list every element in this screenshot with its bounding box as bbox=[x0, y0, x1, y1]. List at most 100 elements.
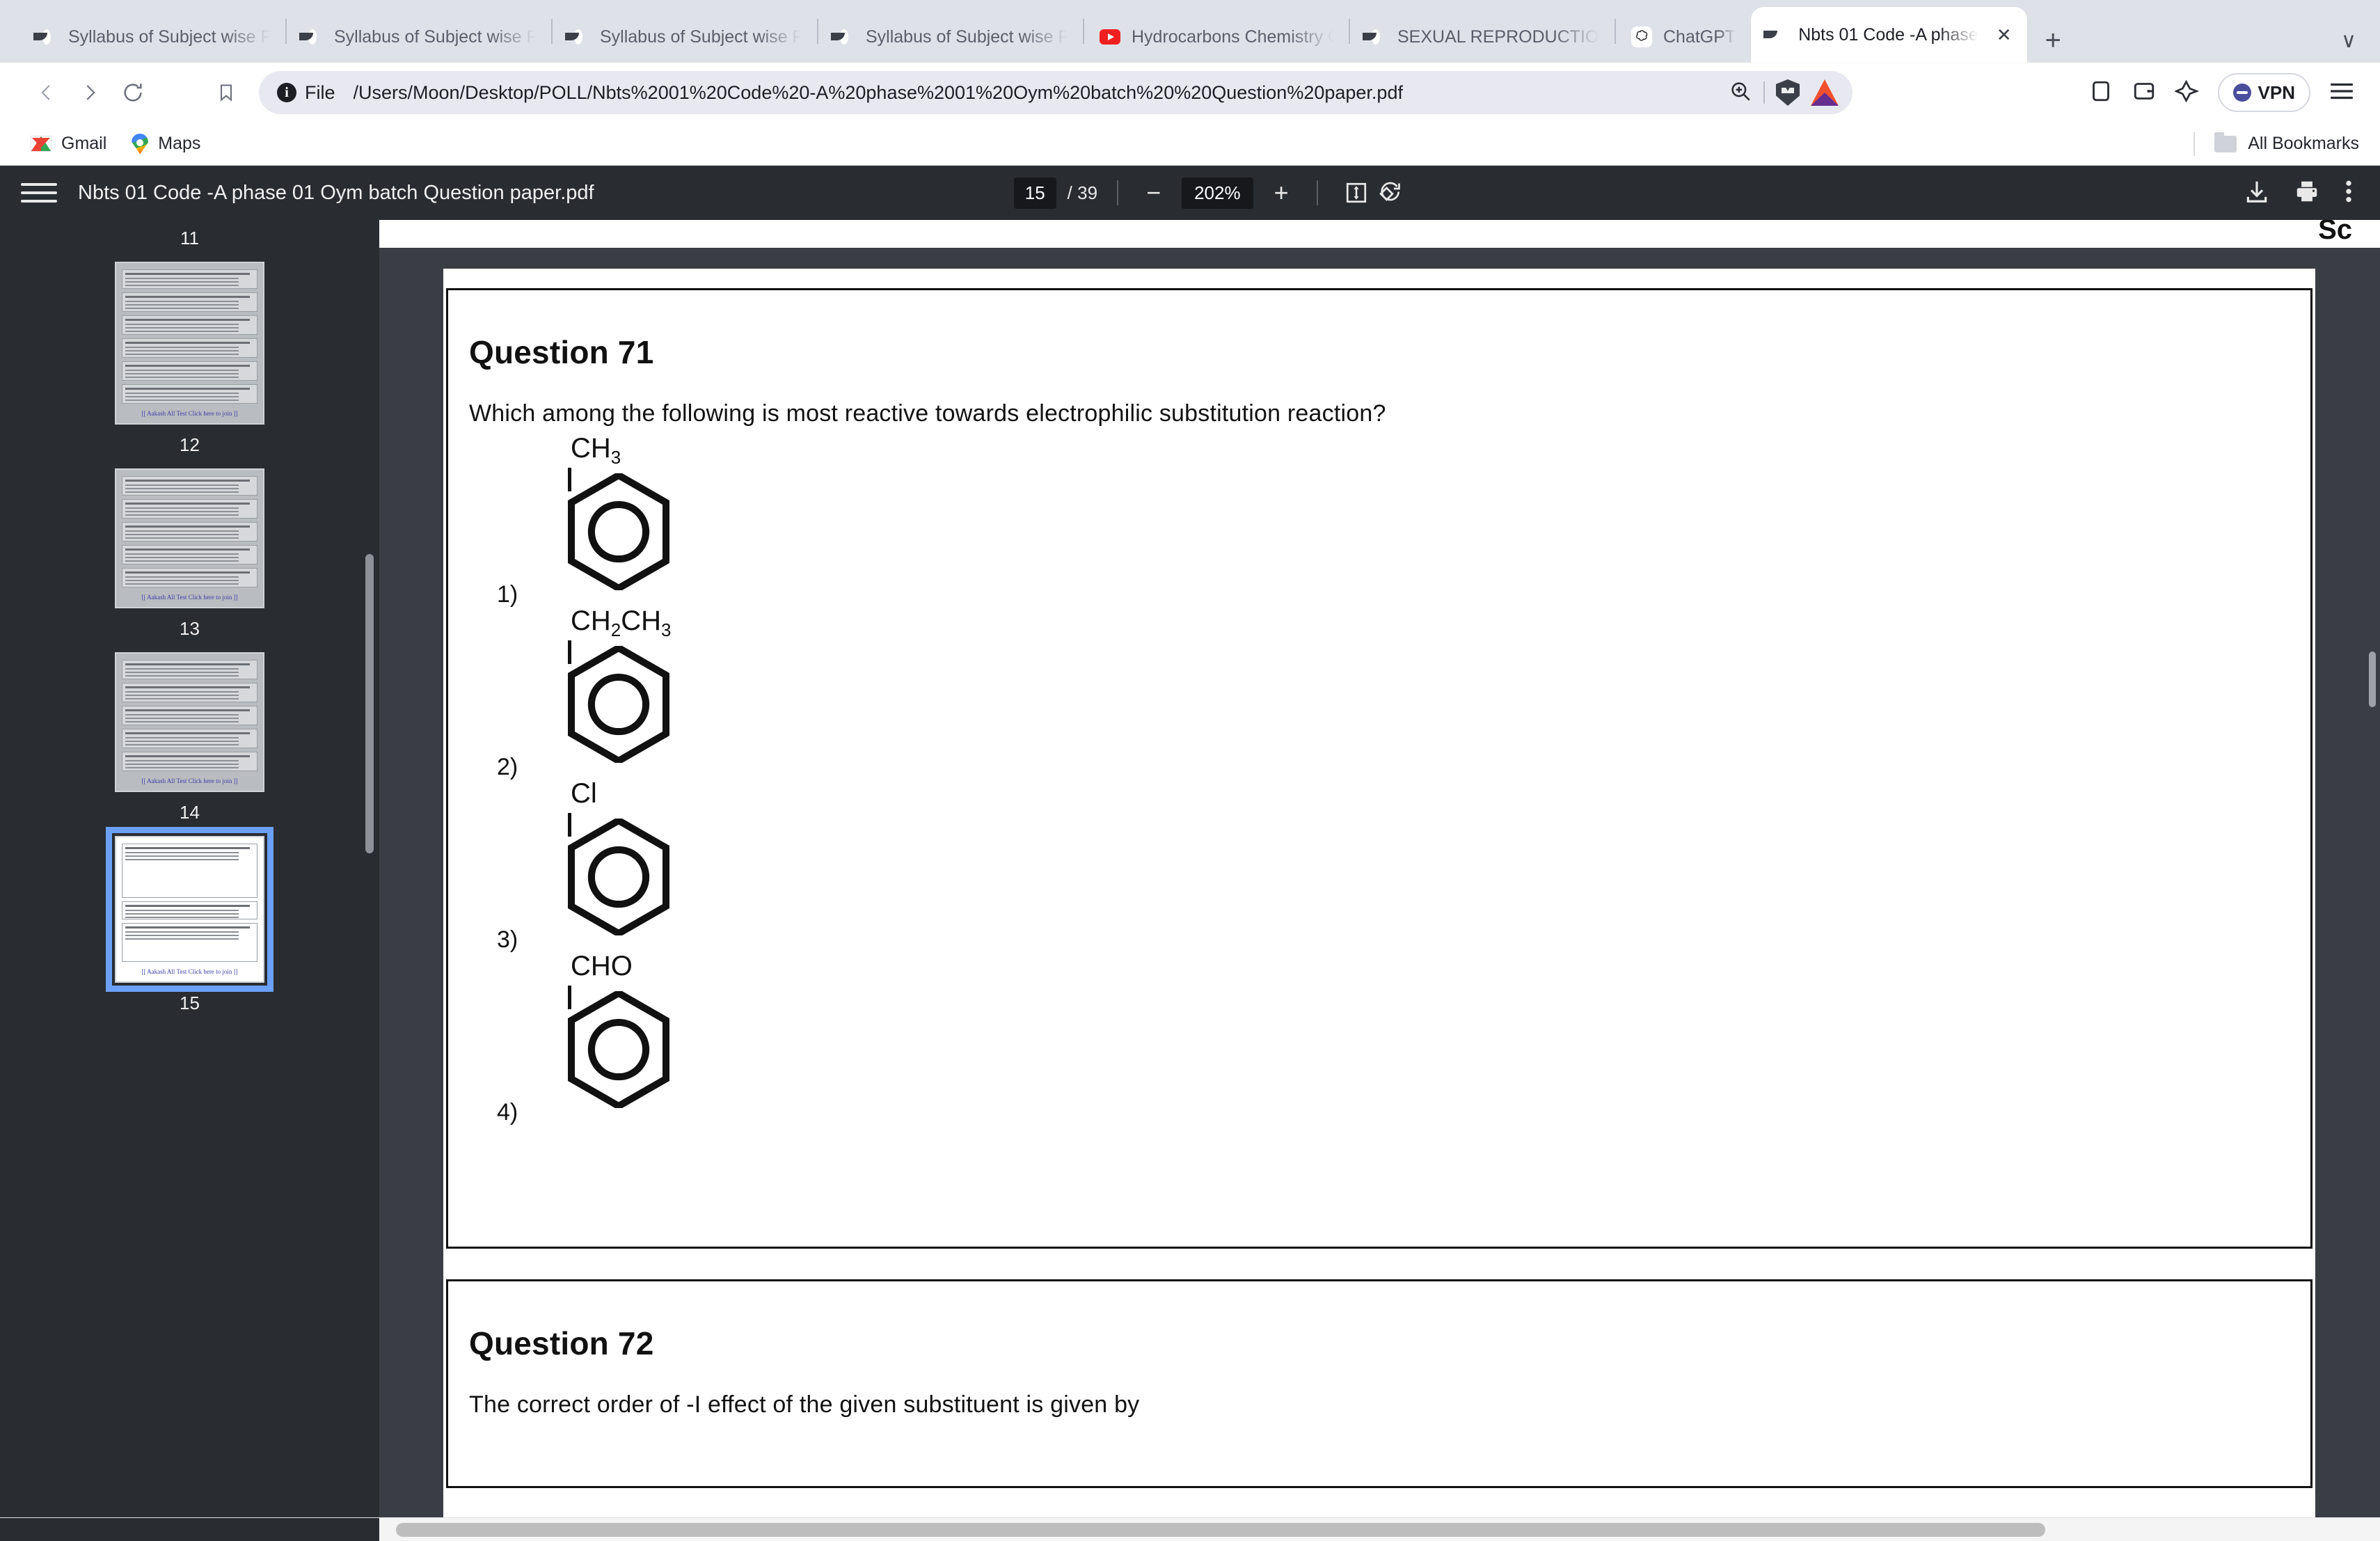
browser-tab-4[interactable]: Syllabus of Subject wise Po bbox=[818, 11, 1083, 63]
tab-title: SEXUAL REPRODUCTION I bbox=[1397, 26, 1599, 47]
pdf-page-view[interactable]: Sc Question 71 Which among the following… bbox=[379, 220, 2380, 1517]
thumbnail-page-number: 11 bbox=[180, 228, 199, 248]
thumbnail-question-block bbox=[122, 706, 257, 725]
vpn-status-icon bbox=[2232, 84, 2251, 102]
site-info-icon[interactable]: i bbox=[277, 83, 296, 102]
thumbnail-page-15-selected[interactable]: [[ Aakash All Test Click here to join ]]… bbox=[0, 827, 379, 1027]
pdf-vertical-scrollbar[interactable] bbox=[2363, 220, 2380, 1517]
thumbnail-footer-text: [[ Aakash All Test Click here to join ]] bbox=[141, 777, 238, 784]
gmail-icon bbox=[31, 136, 51, 152]
brave-shields-icon[interactable] bbox=[1776, 79, 1800, 106]
browser-tab-5[interactable]: Hydrocarbons Chemistry C bbox=[1084, 11, 1349, 63]
hamburger-icon[interactable] bbox=[21, 175, 57, 211]
zoom-out-button[interactable]: − bbox=[1138, 180, 1169, 205]
more-vertical-icon[interactable] bbox=[2344, 177, 2354, 209]
browser-tab-2[interactable]: Syllabus of Subject wise Po bbox=[287, 11, 551, 63]
pdf-horizontal-scrollbar[interactable] bbox=[379, 1518, 2359, 1541]
benzene-ring-icon bbox=[568, 646, 669, 763]
bookmarks-bar: Gmail Maps All Bookmarks bbox=[0, 123, 2380, 166]
option-4: CHO 4) bbox=[462, 951, 754, 1130]
option-3: Cl 3) bbox=[462, 778, 754, 958]
close-icon[interactable]: ✕ bbox=[1997, 26, 2012, 44]
chevron-down-icon[interactable]: ∨ bbox=[2341, 31, 2356, 52]
zoom-in-button[interactable]: + bbox=[1266, 180, 1297, 205]
tab-title: ChatGPT bbox=[1663, 26, 1736, 47]
pdf-body: [[ Aakash All Test Click here to join ]]… bbox=[0, 220, 2380, 1517]
thumbnail-scrollbar[interactable] bbox=[365, 554, 374, 853]
all-bookmarks-label: All Bookmarks bbox=[2248, 134, 2359, 153]
pdf-page-15: Question 71 Which among the following is… bbox=[443, 269, 2315, 1517]
sidebar-icon[interactable] bbox=[2088, 79, 2113, 107]
pdf-thumbnail-sidebar[interactable]: [[ Aakash All Test Click here to join ]]… bbox=[0, 220, 379, 1517]
youtube-icon bbox=[1100, 26, 1120, 47]
bat-rewards-icon[interactable] bbox=[1811, 79, 1839, 106]
url-text: /Users/Moon/Desktop/POLL/Nbts%2001%20Cod… bbox=[353, 81, 1403, 103]
bookmark-icon[interactable] bbox=[205, 71, 248, 114]
thumbnail-question-block bbox=[122, 545, 257, 564]
thumbnail-page-number: 12 bbox=[180, 434, 200, 455]
zoom-in-icon[interactable] bbox=[1729, 79, 1752, 106]
benzene-ring-icon bbox=[568, 473, 669, 590]
tab-title: Hydrocarbons Chemistry C bbox=[1132, 26, 1333, 47]
question-71-title: Question 71 bbox=[469, 334, 654, 370]
thumbnail-question-block bbox=[122, 660, 257, 679]
browser-tab-6[interactable]: SEXUAL REPRODUCTION I bbox=[1350, 11, 1615, 63]
globe-icon bbox=[302, 26, 323, 47]
rotate-icon[interactable] bbox=[1375, 178, 1404, 207]
thumbnail-question-block bbox=[122, 568, 257, 587]
browser-tab-3[interactable]: Syllabus of Subject wise Po bbox=[553, 11, 817, 63]
pdf-horizontal-scroll-thumb[interactable] bbox=[396, 1522, 2045, 1537]
reload-button[interactable] bbox=[111, 71, 154, 114]
pdf-vertical-scroll-thumb[interactable] bbox=[2369, 651, 2376, 707]
thumbnail-page-13[interactable]: [[ Aakash All Test Click here to join ]]… bbox=[0, 468, 379, 652]
option-2-number: 2) bbox=[497, 754, 518, 780]
globe-icon bbox=[834, 26, 855, 47]
browser-tab-1[interactable]: Syllabus of Subject wise Po bbox=[21, 11, 285, 63]
tab-title: Syllabus of Subject wise Po bbox=[68, 26, 270, 47]
thumbnail-question-block bbox=[122, 752, 257, 771]
globe-icon bbox=[1766, 24, 1787, 45]
pdf-horizontal-scrollbar-row bbox=[0, 1517, 2380, 1541]
tab-title: Syllabus of Subject wise Po bbox=[600, 26, 802, 47]
leo-ai-icon[interactable] bbox=[2173, 78, 2200, 108]
thumbnail-footer-text: [[ Aakash All Test Click here to join ]] bbox=[141, 968, 238, 975]
fit-page-icon[interactable] bbox=[1342, 178, 1371, 207]
thumbnail-page-number: 13 bbox=[180, 618, 200, 639]
bookmark-maps[interactable]: Maps bbox=[119, 126, 213, 162]
back-button[interactable] bbox=[25, 71, 68, 114]
thumbnail-footer-text: [[ Aakash All Test Click here to join ]] bbox=[141, 594, 238, 601]
browser-tab-8-active[interactable]: Nbts 01 Code -A phase ✕ bbox=[1751, 7, 2027, 63]
question-71-block: Question 71 Which among the following is… bbox=[446, 288, 2312, 1249]
scrollbar-left-spacer bbox=[0, 1517, 379, 1541]
thumbnail-card: [[ Aakash All Test Click here to join ]] bbox=[115, 652, 264, 792]
thumbnail-page-number: 14 bbox=[180, 802, 200, 823]
thumbnail-page-12[interactable]: [[ Aakash All Test Click here to join ]]… bbox=[0, 262, 379, 468]
tab-title: Nbts 01 Code -A phase bbox=[1798, 24, 1978, 45]
wallet-icon[interactable] bbox=[2132, 79, 2157, 107]
browser-menu-button[interactable] bbox=[2329, 81, 2355, 105]
thumbnail-card: [[ Aakash All Test Click here to join ]] bbox=[115, 468, 264, 608]
toolbar-divider bbox=[1316, 180, 1318, 205]
thumbnail-question-block bbox=[122, 292, 257, 312]
thumbnail-question-block bbox=[122, 269, 257, 289]
pdf-document-title: Nbts 01 Code -A phase 01 Oym batch Quest… bbox=[78, 181, 594, 204]
browser-navigation-bar: i File /Users/Moon/Desktop/POLL/Nbts%200… bbox=[0, 63, 2380, 123]
browser-tab-7[interactable]: ChatGPT bbox=[1616, 11, 1751, 63]
print-icon[interactable] bbox=[2294, 178, 2320, 208]
option-2-substituent: CH2CH3 bbox=[571, 606, 672, 640]
page-number-input[interactable]: 15 bbox=[1013, 177, 1056, 209]
toolbar-divider bbox=[1117, 180, 1119, 205]
thumbnail-page-14[interactable]: [[ Aakash All Test Click here to join ]]… bbox=[0, 652, 379, 836]
option-4-substituent: CHO bbox=[571, 951, 633, 981]
bookmark-gmail[interactable]: Gmail bbox=[18, 126, 119, 162]
all-bookmarks-button[interactable]: All Bookmarks bbox=[2193, 132, 2359, 156]
url-scheme-label: File bbox=[305, 81, 335, 103]
forward-button[interactable] bbox=[68, 71, 111, 114]
thumbnail-page-11[interactable]: [[ Aakash All Test Click here to join ]]… bbox=[0, 220, 379, 262]
address-bar[interactable]: i File /Users/Moon/Desktop/POLL/Nbts%200… bbox=[259, 71, 1853, 114]
download-icon[interactable] bbox=[2244, 178, 2270, 208]
zoom-level-display[interactable]: 202% bbox=[1182, 177, 1253, 209]
new-tab-button[interactable]: + bbox=[2045, 26, 2061, 54]
thumbnail-question-block bbox=[122, 923, 257, 962]
vpn-button[interactable]: VPN bbox=[2217, 73, 2310, 112]
